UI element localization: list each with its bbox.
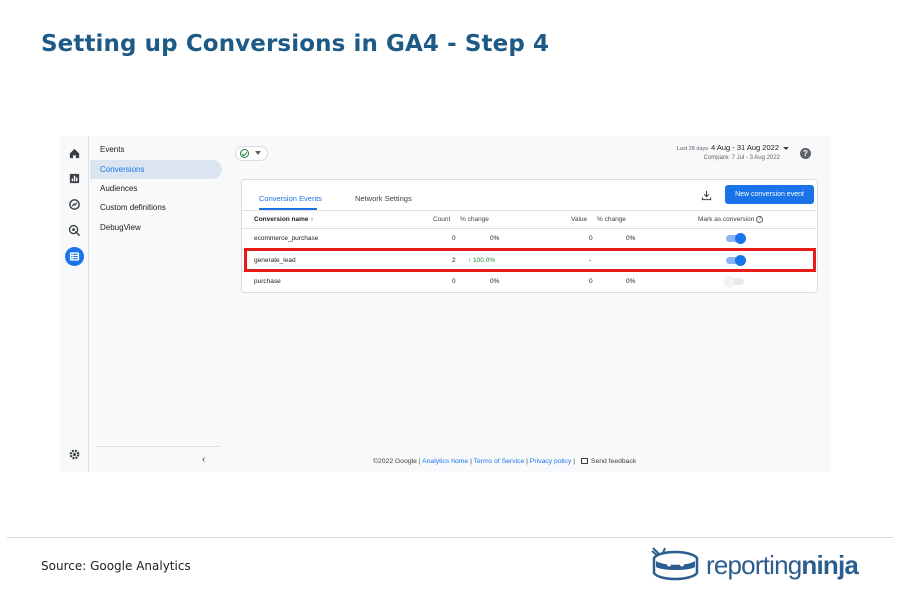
- compare-range: Compare: 7 Jul - 3 Aug 2022: [703, 155, 780, 161]
- value-change: 0%: [626, 235, 636, 242]
- conversion-name: purchase: [254, 278, 281, 285]
- admin-gear-icon[interactable]: [68, 448, 81, 461]
- value-change: 0%: [626, 278, 636, 285]
- ga-footer: ©2022 Google | Analytics home | Terms of…: [373, 458, 636, 465]
- count-value: 0: [452, 278, 456, 285]
- date-range: 4 Aug - 31 Aug 2022: [711, 143, 779, 152]
- reports-icon[interactable]: [68, 172, 81, 185]
- footer-separator: |: [573, 458, 576, 465]
- tabs-divider: [242, 210, 817, 211]
- count-change: 0%: [490, 235, 500, 242]
- data-status-dropdown[interactable]: [235, 146, 268, 161]
- ninja-mascot-icon: [651, 547, 699, 581]
- reportingninja-logo: reportingninja: [651, 546, 861, 586]
- explore-icon[interactable]: [68, 198, 81, 211]
- download-icon[interactable]: [701, 188, 712, 201]
- column-header-mark-as-conversion: Mark as conversion?: [698, 216, 764, 224]
- collapse-nav-chevron-icon[interactable]: ‹: [202, 454, 205, 465]
- header-divider: [242, 228, 817, 229]
- feedback-icon: [580, 458, 588, 465]
- configure-icon[interactable]: [65, 247, 84, 266]
- new-conversion-event-button[interactable]: New conversion event: [725, 185, 814, 204]
- column-header-value-change[interactable]: % change: [597, 216, 626, 223]
- conversion-name: ecommerce_purchase: [254, 235, 319, 242]
- tab-network-settings[interactable]: Network Settings: [355, 194, 412, 203]
- highlight-box: [244, 248, 816, 272]
- nav-item-debugview[interactable]: DebugView: [90, 218, 222, 237]
- copyright-text: ©2022 Google |: [373, 458, 421, 465]
- footer-separator: |: [470, 458, 472, 465]
- mark-as-conversion-label: Mark as conversion: [698, 216, 755, 224]
- logo-wordmark: reportingninja: [706, 550, 859, 580]
- column-header-count[interactable]: Count: [433, 216, 450, 223]
- value-value: 0: [589, 235, 593, 242]
- analytics-home-link[interactable]: Analytics home: [422, 458, 468, 465]
- ga-screenshot: Events Conversions Audiences Custom defi…: [60, 136, 831, 472]
- mark-as-conversion-toggle[interactable]: [725, 233, 746, 244]
- count-value: 0: [452, 235, 456, 242]
- nav-item-events[interactable]: Events: [90, 140, 222, 159]
- source-caption: Source: Google Analytics: [41, 559, 191, 573]
- column-header-count-change[interactable]: % change: [460, 216, 489, 223]
- help-icon[interactable]: ?: [800, 148, 811, 159]
- question-icon[interactable]: ?: [756, 216, 764, 223]
- caret-down-icon: [255, 151, 261, 155]
- slide-title: Setting up Conversions in GA4 - Step 4: [41, 31, 550, 57]
- nav-divider: [96, 446, 220, 447]
- count-change: 0%: [490, 278, 500, 285]
- nav-item-custom-definitions[interactable]: Custom definitions: [90, 198, 222, 217]
- slide: Setting up Conversions in GA4 - Step 4 E…: [0, 0, 900, 600]
- icon-rail: [60, 136, 89, 472]
- caret-down-icon: [783, 146, 789, 150]
- advertising-icon[interactable]: [68, 224, 81, 237]
- column-header-value[interactable]: Value: [571, 216, 587, 223]
- tab-conversion-events[interactable]: Conversion Events: [259, 194, 322, 203]
- terms-of-service-link[interactable]: Terms of Service: [474, 458, 525, 465]
- footer-divider: [7, 537, 893, 538]
- home-icon[interactable]: [68, 147, 81, 160]
- value-value: 0: [589, 278, 593, 285]
- date-range-picker[interactable]: Last 28 days 4 Aug - 31 Aug 2022 Compare:…: [677, 143, 789, 161]
- conversions-card: Conversion Events Network Settings New c…: [241, 179, 818, 293]
- date-prefix: Last 28 days: [676, 146, 709, 152]
- nav-item-audiences[interactable]: Audiences: [90, 179, 222, 198]
- privacy-policy-link[interactable]: Privacy policy: [530, 458, 572, 465]
- nav-item-conversions[interactable]: Conversions: [90, 160, 222, 179]
- footer-separator: |: [526, 458, 528, 465]
- send-feedback-link[interactable]: Send feedback: [591, 458, 636, 465]
- check-circle-icon: [240, 149, 249, 158]
- configure-nav: Events Conversions Audiences Custom defi…: [90, 136, 222, 472]
- column-header-conversion-name[interactable]: Conversion name ↑: [254, 216, 314, 223]
- mark-as-conversion-toggle[interactable]: [724, 276, 745, 287]
